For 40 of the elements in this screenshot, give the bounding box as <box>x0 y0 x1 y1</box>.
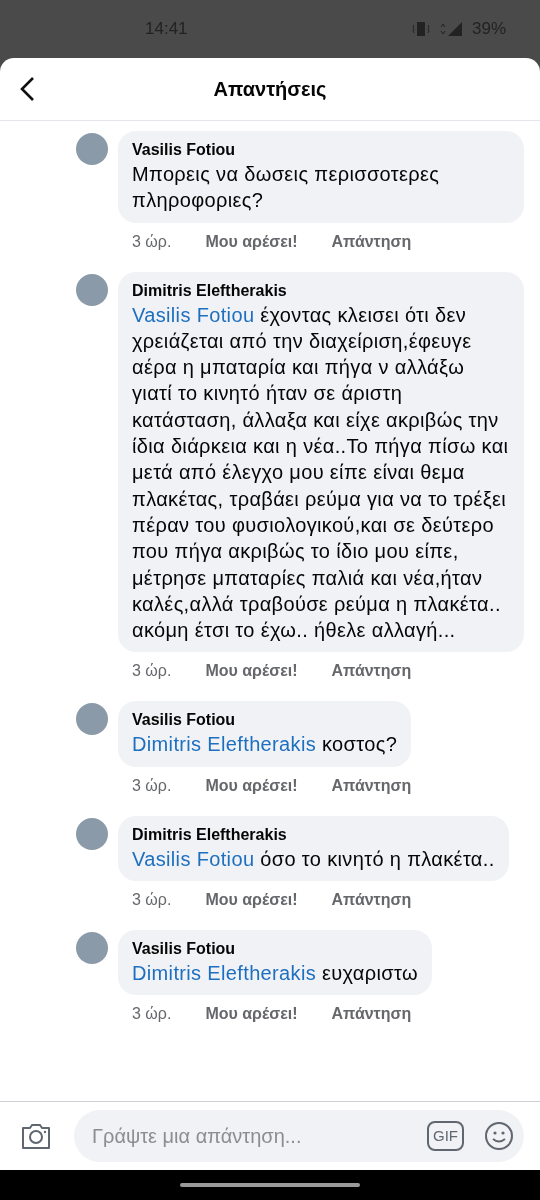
author-name[interactable]: Vasilis Fotiou <box>132 139 510 161</box>
reply-link[interactable]: Απάντηση <box>331 661 412 682</box>
like-link[interactable]: Μου αρέσει! <box>205 1004 298 1025</box>
reply-field[interactable]: Γράψτε μια απάντηση... GIF <box>74 1110 524 1162</box>
author-name[interactable]: Dimitris Eleftherakis <box>132 279 510 302</box>
mention-link[interactable]: Dimitris Eleftherakis <box>132 733 317 756</box>
like-link[interactable]: Μου αρέσει! <box>205 231 298 252</box>
avatar[interactable] <box>76 932 108 965</box>
camera-icon[interactable] <box>20 1122 52 1150</box>
like-link[interactable]: Μου αρέσει! <box>205 890 298 911</box>
comment-text: Vasilis Fotiou έχοντας κλεισει ότι δεν χρειάζεται από την διαχείριση,έφευγε αέρα η μπαταρία και πήγα ν αλλάξω γιατί το κινητό ήταν σε άριστη κατάσταση, άλλαξα και είχε ακριβώς την ίδια διάρκεια και η νέα..Το πήγα πίσω και μετά από έλεγχο μου είπε είναι θεμα πλακέτας, τραβάει ρεύμα για να το τρέξει πέραν του φυσιολογικού,και σε δεύτερο που πήγα ακριβώς το ίδιο μου είπε, μέτρησε μπαταρίες παλιά και νέα,ήταν καλές,αλλά τραβούσε ρεύμα η πλακέτα.. ακόμη έτσι το έχω.. ήθελε αλλαγή... <box>132 302 510 644</box>
reply-link[interactable]: Απάντηση <box>331 231 412 252</box>
comment-text: Vasilis Fotiou όσο το κινητό η πλακέτα.. <box>132 846 495 872</box>
comment-time: 3 ώρ. <box>132 1004 172 1025</box>
mention-link[interactable]: Vasilis Fotiou <box>132 847 255 870</box>
mention-link[interactable]: Vasilis Fotiou <box>132 303 255 326</box>
reply-link[interactable]: Απάντηση <box>331 890 412 911</box>
author-name[interactable]: Vasilis Fotiou <box>132 709 398 732</box>
comment-time: 3 ώρ. <box>132 231 172 252</box>
vibrate-icon <box>411 21 430 37</box>
like-link[interactable]: Μου αρέσει! <box>205 775 298 796</box>
reply-link[interactable]: Απάντηση <box>331 1004 412 1025</box>
avatar[interactable] <box>76 817 108 850</box>
page-title: Απαντήσεις <box>213 77 327 101</box>
comment-time: 3 ώρ. <box>132 775 172 796</box>
comment-time: 3 ώρ. <box>132 661 172 682</box>
author-name[interactable]: Dimitris Eleftherakis <box>132 823 495 846</box>
avatar[interactable] <box>76 703 108 736</box>
author-name[interactable]: Vasilis Fotiou <box>132 938 418 961</box>
like-link[interactable]: Μου αρέσει! <box>205 661 298 682</box>
comment-text: Μπορεις να δωσεις περισσοτερες πληροφοριες? <box>132 162 441 214</box>
avatar[interactable] <box>76 273 108 306</box>
smiley-icon[interactable] <box>484 1121 514 1151</box>
reply-link[interactable]: Απάντηση <box>331 775 412 796</box>
comment-text: Dimitris Eleftherakis ευχαριστω <box>132 961 418 987</box>
comment-time: 3 ώρ. <box>132 890 172 911</box>
gif-button[interactable]: GIF <box>427 1121 464 1151</box>
mention-link[interactable]: Dimitris Eleftherakis <box>132 962 317 985</box>
comment-text: Dimitris Eleftherakis κοστος? <box>132 732 398 758</box>
avatar[interactable] <box>76 133 108 165</box>
